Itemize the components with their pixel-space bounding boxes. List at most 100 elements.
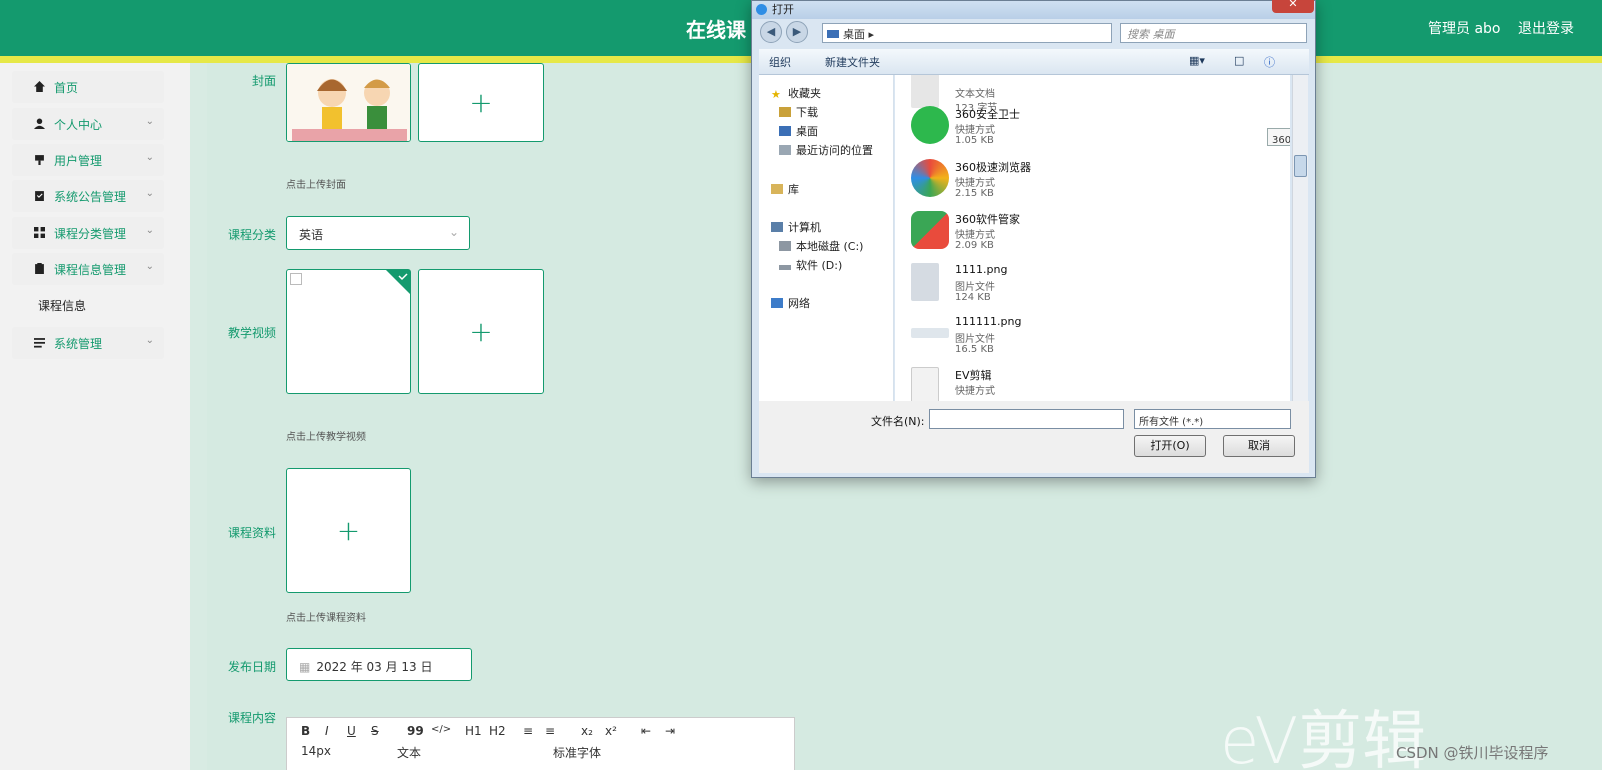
app-title: 在线课 [686,18,746,42]
list-item[interactable]: 1111.png 图片文件 124 KB [905,258,1285,310]
file-size: 2.15 KB [955,188,994,199]
h2-button[interactable]: H2 [489,724,506,738]
search-input[interactable]: 搜索 桌面 [1120,23,1307,43]
text-type-select[interactable]: 文本 [397,744,421,761]
video-upload-button[interactable]: + [418,269,544,394]
address-bar[interactable]: 桌面 ▸ [822,23,1112,43]
indent-button[interactable]: ⇥ [665,724,675,738]
superscript-button[interactable]: x² [605,724,617,738]
cover-upload-button[interactable]: + [418,63,544,142]
filetype-select[interactable]: 所有文件 (*.*) [1134,409,1291,429]
date-picker[interactable]: ▦ 2022 年 03 月 13 日 [286,648,472,681]
nav-library[interactable]: 库 [771,181,799,197]
rich-text-editor[interactable]: B I U S 99 </> H1 H2 ≡ ≡ x₂ x² ⇤ ⇥ 14px … [286,717,795,770]
list-item[interactable]: 360软件管家 快捷方式 2.09 KB [905,206,1285,258]
plus-icon: + [336,514,361,547]
library-icon [771,184,783,194]
list-item[interactable]: 360安全卫士 快捷方式 1.05 KB 360安全卫士 [905,101,1290,153]
nav-favorites[interactable]: ★ 收藏夹 [771,85,821,101]
nav-label: 桌面 [796,125,818,138]
nav-desktop[interactable]: 桌面 [779,123,818,139]
italic-button[interactable]: I [325,724,329,738]
sidebar-item-course-info[interactable]: 课程信息管理 ⌄ [12,253,164,285]
navigation-pane: ★ 收藏夹 下载 桌面 最近访问的位置 库 计算机 本地磁盘 (C:) 软件 (D… [759,75,894,401]
font-family-select[interactable]: 标准字体 [553,744,601,761]
back-button[interactable]: ◀ [760,21,782,43]
sidebar-item-announcements[interactable]: 系统公告管理 ⌄ [12,180,164,212]
outdent-button[interactable]: ⇤ [641,724,651,738]
nav-label: 网络 [788,297,810,310]
admin-label[interactable]: 管理员 abo [1428,18,1500,38]
nav-label: 收藏夹 [788,87,821,100]
file-size: 2.09 KB [955,240,994,251]
nav-disk-d[interactable]: 软件 (D:) [779,257,842,273]
view-options-icon[interactable]: ▦▾ [1189,54,1205,67]
cancel-button[interactable]: 取消 [1223,435,1295,457]
bullet-list-button[interactable]: ≡ [545,724,555,738]
nav-label: 最近访问的位置 [796,144,873,157]
quote-button[interactable]: 99 [407,724,424,738]
user-icon [34,118,45,129]
code-button[interactable]: </> [431,724,451,735]
360-software-manager-icon [911,211,949,249]
sidebar-item-label: 课程分类管理 [54,226,127,241]
dialog-titlebar: 打开 ✕ [752,0,1315,19]
sidebar: 首页 个人中心 ⌄ 用户管理 ⌄ 系统公告管理 ⌄ 课程分类管理 ⌄ 课程信息管… [0,63,190,770]
close-button[interactable]: ✕ [1272,0,1314,13]
sidebar-item-label: 课程信息管理 [54,262,127,277]
sidebar-item-label: 系统管理 [54,336,103,351]
recent-places-icon [779,145,791,155]
file-type: 图片文件 [955,334,995,345]
nav-computer[interactable]: 计算机 [771,219,821,235]
file-size: 16.5 KB [955,344,994,355]
file-list: 文本文档 123 字节 360安全卫士 快捷方式 1.05 KB 360安全卫士… [895,75,1290,401]
h1-button[interactable]: H1 [465,724,482,738]
check-corner-icon [386,270,410,294]
ordered-list-button[interactable]: ≡ [523,724,533,738]
chevron-down-icon: ⌄ [145,188,154,199]
subscript-button[interactable]: x₂ [581,724,593,738]
nav-recent[interactable]: 最近访问的位置 [779,142,873,158]
chevron-down-icon: ⌄ [145,152,154,163]
sidebar-item-category[interactable]: 课程分类管理 ⌄ [12,217,164,249]
organize-button[interactable]: 组织 [769,54,791,70]
category-value: 英语 [299,228,324,242]
cover-image[interactable] [286,63,411,142]
shortcut-file-icon [911,367,939,401]
logout-link[interactable]: 退出登录 [1518,18,1574,38]
nav-downloads[interactable]: 下载 [779,104,818,120]
material-upload-button[interactable]: + [286,468,411,593]
list-item[interactable]: 111111.png 图片文件 16.5 KB [905,310,1285,362]
forward-button[interactable]: ▶ [786,21,808,43]
underline-button[interactable]: U [347,724,356,738]
strike-button[interactable]: S [371,724,379,738]
chevron-down-icon: ⌄ [145,261,154,272]
file-list-scrollbar[interactable] [1292,75,1308,401]
category-select[interactable]: 英语 ⌄ [286,216,470,250]
list-item[interactable]: 360极速浏览器 快捷方式 2.15 KB [905,154,1285,206]
nav-label: 本地磁盘 (C:) [796,240,864,253]
new-folder-button[interactable]: 新建文件夹 [825,54,880,70]
computer-icon [771,222,783,232]
video-uploaded-item[interactable] [286,269,411,394]
nav-disk-c[interactable]: 本地磁盘 (C:) [779,238,863,254]
sidebar-item-home[interactable]: 首页 [12,71,164,103]
scrollbar-thumb[interactable] [1294,155,1307,177]
sidebar-item-profile[interactable]: 个人中心 ⌄ [12,108,164,140]
filename-input[interactable] [929,409,1124,429]
bold-button[interactable]: B [301,724,310,738]
nav-network[interactable]: 网络 [771,295,810,311]
date-value: 2022 年 03 月 13 日 [316,660,433,674]
sidebar-item-system[interactable]: 系统管理 ⌄ [12,327,164,359]
open-button[interactable]: 打开(O) [1134,435,1206,457]
font-size-select[interactable]: 14px [301,744,331,758]
preview-pane-icon[interactable]: □ [1234,54,1244,67]
list-item[interactable]: EV剪辑 快捷方式 [905,362,1285,401]
sidebar-subitem-course-info[interactable]: 课程信息 [38,297,86,314]
list-icon [34,338,45,348]
360-security-icon [911,106,949,144]
help-icon[interactable]: ⓘ [1264,54,1275,70]
nav-label: 库 [788,183,799,196]
tooltip: 360安全卫士 [1267,128,1290,146]
sidebar-item-users[interactable]: 用户管理 ⌄ [12,144,164,176]
